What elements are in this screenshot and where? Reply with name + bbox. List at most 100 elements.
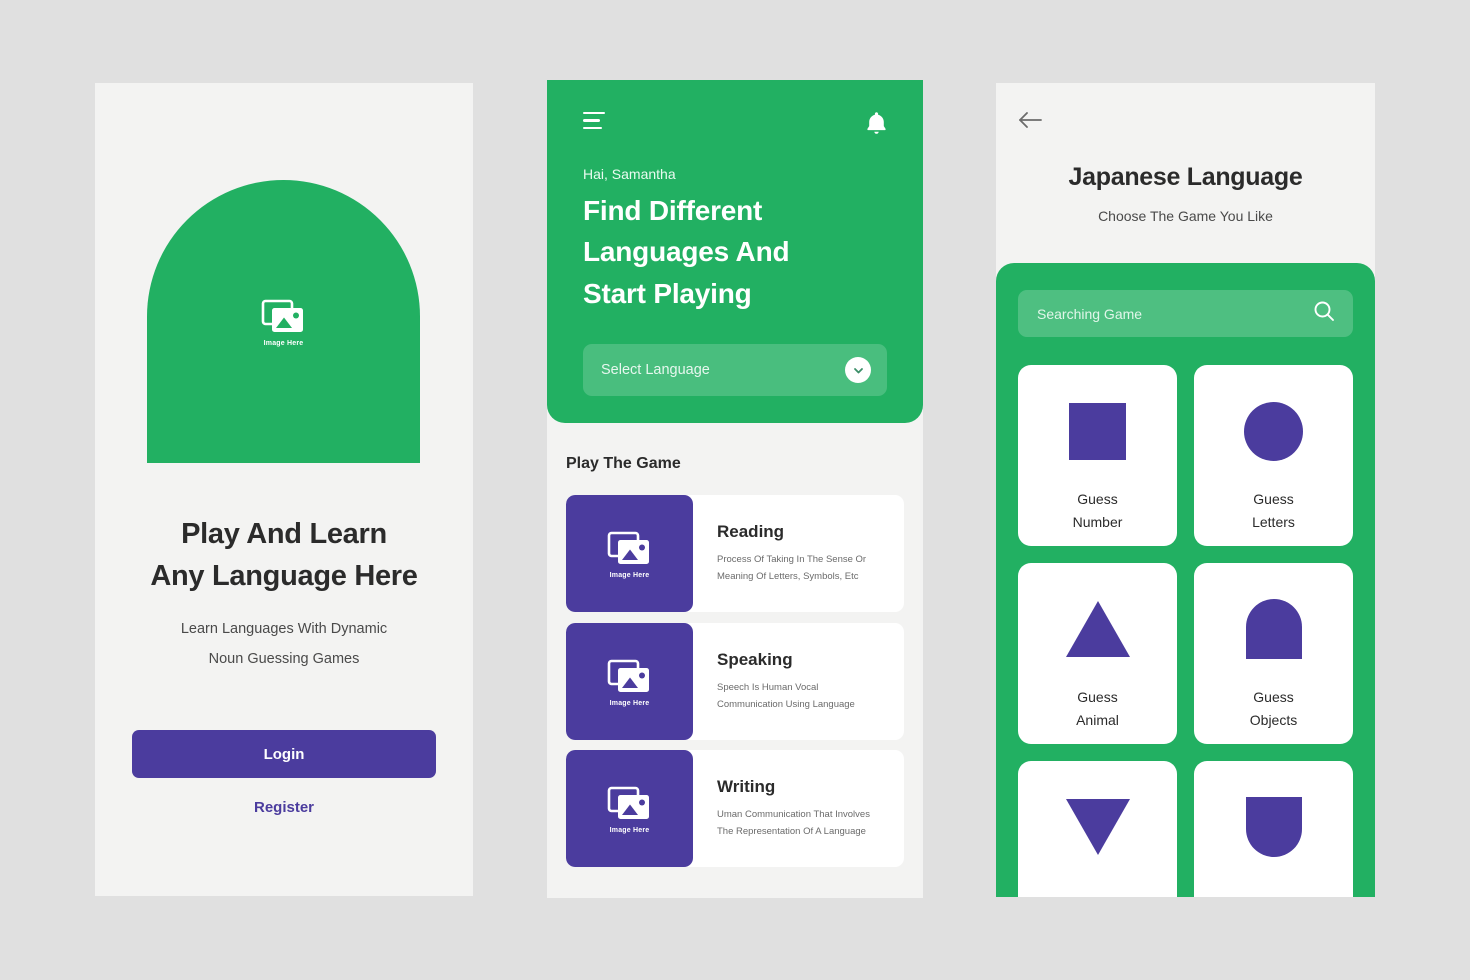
game-card-thumbnail: Image Here — [566, 750, 693, 867]
tile-shape-slot — [1069, 397, 1126, 465]
search-placeholder: Searching Game — [1037, 305, 1143, 322]
onboarding-subtitle: Learn Languages With Dynamic Noun Guessi… — [95, 614, 473, 675]
home-greeting: Hai, Samantha — [583, 166, 676, 182]
game-tile-label-line-1: Guess — [1077, 491, 1118, 507]
game-card-body: Writing Uman Communication That Involves… — [693, 750, 904, 867]
onboarding-subtitle-line-1: Learn Languages With Dynamic — [180, 621, 388, 637]
game-tile-guess-objects[interactable]: Guess Objects — [1194, 563, 1353, 744]
game-card-description: Speech Is Human Vocal Communication Usin… — [717, 680, 877, 713]
circle-shape-icon — [1244, 401, 1303, 461]
game-list-item-writing[interactable]: Image Here Writing Uman Communication Th… — [566, 750, 904, 867]
page-subtitle: Choose The Game You Like — [1098, 208, 1273, 224]
square-shape-icon — [1069, 402, 1126, 460]
game-tile-label: Guess Objects — [1250, 686, 1297, 731]
game-tile-row3-right[interactable] — [1194, 761, 1353, 897]
game-card-title: Speaking — [717, 650, 793, 669]
game-tile-label: Guess Letters — [1252, 488, 1295, 533]
games-grid: Guess Number Guess Letters Guess Animal … — [1018, 365, 1353, 897]
hamburger-icon[interactable] — [583, 111, 605, 135]
photos-stack-icon — [607, 786, 649, 819]
game-tile-label: Guess Number — [1073, 488, 1123, 533]
page-title: Japanese Language — [1068, 163, 1303, 191]
game-tile-label-line-2: Number — [1072, 513, 1123, 530]
home-heading-line-2: Languages And — [583, 236, 790, 268]
game-tile-guess-letters[interactable]: Guess Letters — [1194, 365, 1353, 546]
hero-arch-graphic: Image Here — [147, 180, 420, 463]
game-tile-guess-number[interactable]: Guess Number — [1018, 365, 1177, 546]
photos-stack-icon — [607, 531, 649, 564]
game-tile-guess-animal[interactable]: Guess Animal — [1018, 563, 1177, 744]
game-card-description-line-1: Uman Communication That Involves — [717, 809, 870, 820]
game-tile-label: Guess Animal — [1076, 686, 1119, 731]
bell-glyph — [867, 112, 886, 134]
game-list-item-speaking[interactable]: Image Here Speaking Speech Is Human Voca… — [566, 623, 904, 740]
select-language-placeholder: Select Language — [601, 362, 710, 378]
game-card-description-line-2: Meaning Of Letters, Symbols, Etc — [717, 570, 859, 582]
search-icon[interactable] — [1313, 300, 1335, 327]
tile-shape-slot — [1065, 595, 1130, 663]
hamburger-line — [583, 119, 600, 122]
bell-icon[interactable] — [866, 111, 887, 135]
image-placeholder-label: Image Here — [263, 340, 304, 347]
arch-shape-icon — [1245, 599, 1302, 659]
game-card-body: Speaking Speech Is Human Vocal Communica… — [693, 623, 904, 740]
screen-home: Hai, Samantha Find Different Languages A… — [547, 80, 923, 898]
hamburger-line — [583, 126, 602, 130]
onboarding-title-line-2: Any Language Here — [150, 560, 418, 593]
game-card-title: Writing — [717, 777, 776, 796]
game-tile-label-line-2: Objects — [1249, 711, 1298, 728]
screen-games: Japanese Language Choose The Game You Li… — [996, 83, 1375, 897]
image-placeholder-label: Image Here — [609, 572, 650, 579]
search-glyph — [1314, 301, 1334, 321]
home-heading: Find Different Languages And Start Playi… — [583, 190, 887, 314]
home-heading-line-3: Start Playing — [583, 277, 752, 309]
game-tile-label-line-1: Guess — [1077, 689, 1118, 705]
game-card-thumbnail: Image Here — [566, 495, 693, 612]
photos-stack-icon — [261, 299, 303, 332]
play-the-game-heading: Play The Game — [566, 455, 681, 472]
game-card-description: Uman Communication That Involves The Rep… — [717, 807, 877, 840]
onboarding-title-line-1: Play And Learn — [181, 518, 387, 550]
home-topbar — [583, 108, 887, 138]
tile-shape-slot — [1245, 793, 1302, 861]
tile-shape-slot — [1245, 595, 1302, 663]
screens-canvas: Image Here Play And Learn Any Language H… — [0, 0, 1470, 980]
game-tile-row3-left[interactable] — [1018, 761, 1177, 897]
back-button[interactable] — [1018, 110, 1046, 130]
hamburger-line — [583, 111, 605, 115]
image-placeholder-icon: Image Here — [607, 783, 653, 834]
tile-shape-slot — [1065, 793, 1130, 861]
select-language-dropdown[interactable]: Select Language — [583, 344, 887, 396]
image-placeholder-label: Image Here — [609, 827, 650, 834]
arch-down-shape-icon — [1245, 797, 1302, 857]
game-card-description-line-1: Process Of Taking In The Sense Or — [717, 554, 867, 565]
home-heading-line-1: Find Different — [583, 195, 763, 226]
game-tile-label-line-1: Guess — [1253, 491, 1294, 507]
game-tile-label-line-2: Animal — [1076, 711, 1119, 728]
game-card-description-line-2: Communication Using Language — [717, 698, 855, 710]
image-placeholder-icon: Image Here — [261, 296, 307, 347]
game-card-thumbnail: Image Here — [566, 623, 693, 740]
game-tile-label-line-2: Letters — [1252, 513, 1295, 530]
game-card-title: Reading — [717, 522, 785, 541]
photos-stack-icon — [607, 659, 649, 692]
games-panel: Searching Game Guess Number Guess Letter… — [996, 263, 1375, 897]
image-placeholder-icon: Image Here — [607, 656, 653, 707]
onboarding-title: Play And Learn Any Language Here — [95, 513, 473, 597]
chevron-down-glyph — [853, 367, 863, 373]
search-input[interactable]: Searching Game — [1018, 290, 1353, 337]
game-list-item-reading[interactable]: Image Here Reading Process Of Taking In … — [566, 495, 904, 612]
login-button[interactable]: Login — [132, 730, 436, 778]
triangle-down-shape-icon — [1065, 799, 1130, 855]
game-card-body: Reading Process Of Taking In The Sense O… — [693, 495, 904, 612]
screen-onboarding: Image Here Play And Learn Any Language H… — [95, 83, 473, 896]
register-link[interactable]: Register — [95, 799, 473, 816]
game-card-description-line-2: The Representation Of A Language — [717, 825, 866, 837]
onboarding-subtitle-line-2: Noun Guessing Games — [208, 651, 360, 668]
tile-shape-slot — [1244, 397, 1303, 465]
game-card-description: Process Of Taking In The Sense Or Meanin… — [717, 552, 877, 585]
triangle-up-shape-icon — [1065, 601, 1130, 657]
image-placeholder-label: Image Here — [609, 700, 650, 707]
image-placeholder-icon: Image Here — [607, 528, 653, 579]
chevron-down-icon — [845, 357, 871, 383]
